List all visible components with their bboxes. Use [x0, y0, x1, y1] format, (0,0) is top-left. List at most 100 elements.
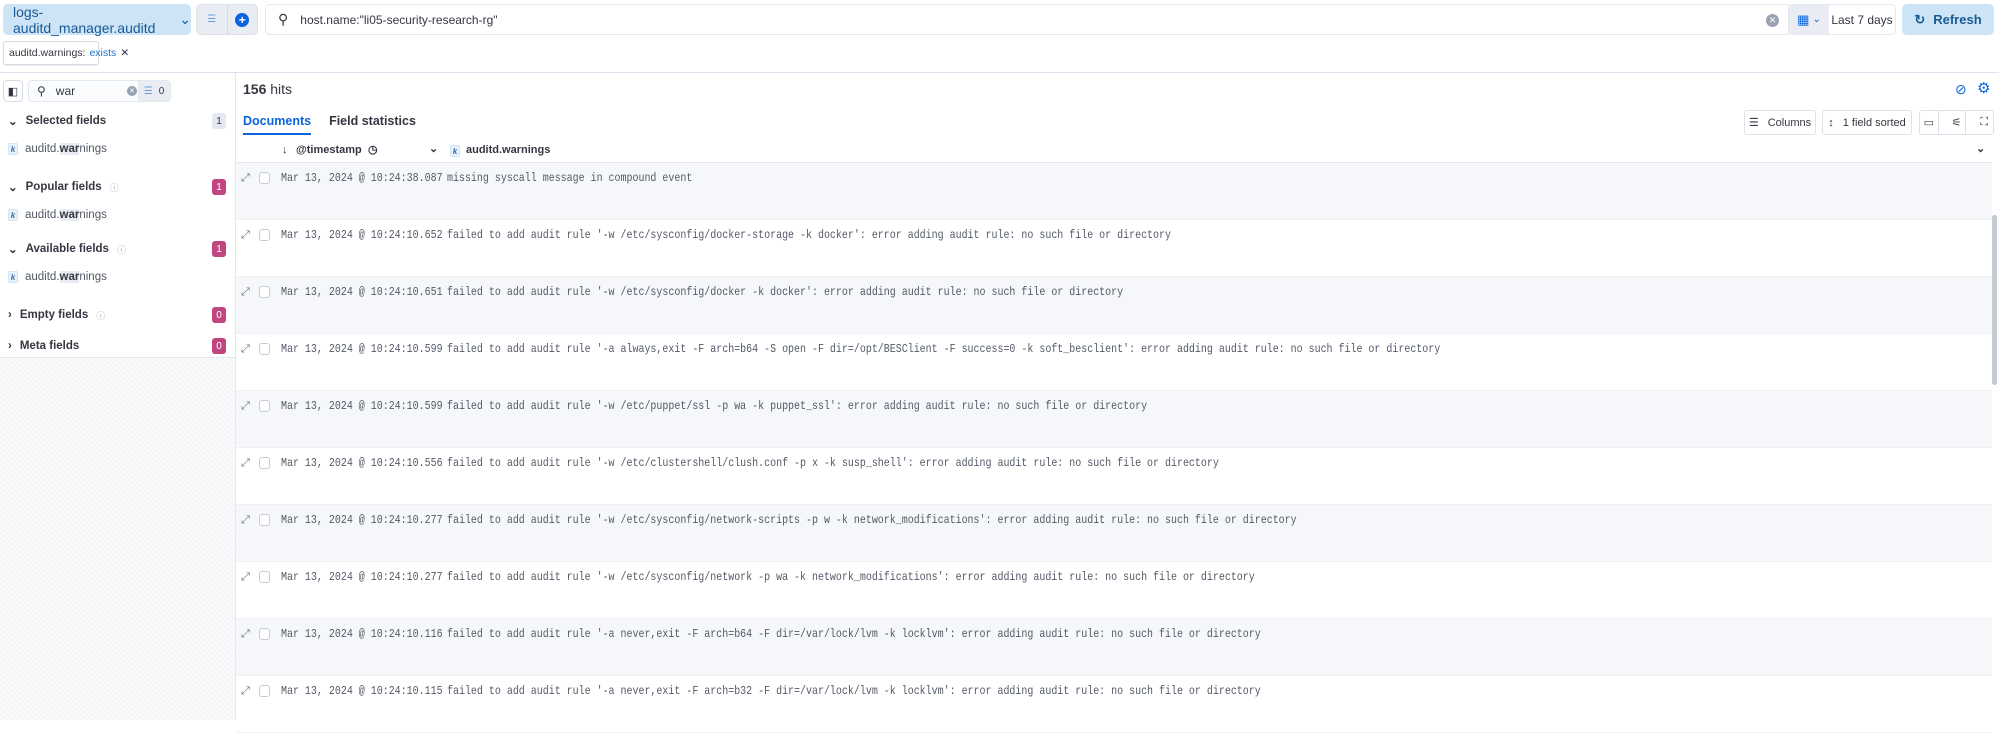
collapse-sidebar-button[interactable]: ◧ [3, 80, 23, 102]
section-label: Meta fields [19, 340, 80, 352]
sidebar-section[interactable]: › Meta fields 0 [8, 337, 226, 355]
table-row: ⤢ Mar 13, 2024 @ 10:24:10.116 failed to … [236, 619, 1992, 676]
filter-pill[interactable]: auditd.warnings: exists ✕ [3, 41, 129, 65]
hits-label: hits [270, 81, 293, 97]
row-checkbox[interactable] [259, 571, 270, 583]
row-checkbox[interactable] [259, 514, 270, 526]
keyword-type-icon: k [8, 143, 18, 155]
query-actions: ☰ + [196, 4, 258, 35]
scrollbar[interactable] [1992, 215, 1997, 385]
expand-icon[interactable]: ⤢ [241, 571, 250, 584]
chevron-down-icon[interactable]: ⌄ [1976, 142, 1985, 155]
row-checkbox[interactable] [259, 343, 270, 355]
query-input[interactable]: host.name:"li05-security-research-rg" [300, 13, 497, 27]
help-icon[interactable]: ⓘ [96, 309, 105, 322]
chevron-down-icon: ⌄ [1812, 14, 1821, 25]
tab-documents[interactable]: Documents [243, 114, 312, 135]
sort-arrow-down-icon[interactable]: ↓ [282, 144, 288, 156]
cell-timestamp: Mar 13, 2024 @ 10:24:10.599 [281, 343, 443, 356]
date-picker[interactable]: ▦ ⌄ Last 7 days [1788, 4, 1896, 35]
row-checkbox[interactable] [259, 229, 270, 241]
field-name: auditd.warnings [25, 143, 107, 155]
cell-timestamp: Mar 13, 2024 @ 10:24:10.599 [281, 400, 443, 413]
column-header-warnings[interactable]: auditd.warnings [466, 144, 550, 156]
data-view-selector[interactable]: logs-auditd_manager.auditd ⌄ [3, 4, 191, 36]
sidebar-section[interactable]: ⌄ Popular fields ⓘ 1 [8, 178, 226, 196]
section-count: 1 [212, 179, 226, 195]
row-checkbox[interactable] [259, 286, 270, 298]
field-item[interactable]: k auditd.warnings [8, 141, 107, 157]
table-row: ⤢ Mar 13, 2024 @ 10:24:10.651 failed to … [236, 277, 1992, 334]
expand-icon[interactable]: ⤢ [241, 457, 250, 470]
section-count: 0 [212, 307, 226, 323]
expand-icon[interactable]: ⤢ [241, 172, 250, 185]
table-row: ⤢ Mar 13, 2024 @ 10:24:10.599 failed to … [236, 334, 1992, 391]
divider [0, 72, 1999, 73]
row-checkbox[interactable] [259, 172, 270, 184]
table-row: ⤢ Mar 13, 2024 @ 10:24:10.115 failed to … [236, 676, 1992, 733]
field-sidebar [0, 73, 236, 720]
section-label: Popular fields [25, 181, 102, 193]
clear-query-icon[interactable]: ✕ [1766, 14, 1779, 27]
table-row: ⤢ Mar 13, 2024 @ 10:24:10.556 failed to … [236, 448, 1992, 505]
keyword-type-icon: k [8, 209, 18, 221]
fullscreen-icon[interactable]: ⛶ [1975, 111, 1993, 134]
row-checkbox[interactable] [259, 685, 270, 697]
expand-icon[interactable]: ⤢ [241, 685, 250, 698]
chevron-down-icon[interactable]: ⌄ [429, 142, 438, 155]
row-checkbox[interactable] [259, 457, 270, 469]
clear-search-icon[interactable]: ✕ [127, 86, 137, 96]
calendar-quick-menu[interactable]: ▦ ⌄ [1789, 5, 1829, 34]
field-search-value[interactable]: war [56, 84, 75, 98]
query-search-bar[interactable]: ⚲ host.name:"li05-security-research-rg" … [265, 4, 1791, 35]
refresh-icon: ↻ [1914, 11, 1926, 27]
section-count: 1 [212, 113, 226, 129]
expand-icon[interactable]: ⤢ [241, 229, 250, 242]
row-checkbox[interactable] [259, 628, 270, 640]
add-filter-button[interactable]: + [228, 5, 258, 34]
sidebar-section[interactable]: ⌄ Available fields ⓘ 1 [8, 240, 226, 258]
field-type-filter-button[interactable]: ☰ 0 [138, 81, 170, 101]
section-count: 1 [212, 241, 226, 257]
help-icon[interactable]: ⓘ [117, 243, 126, 256]
expand-icon[interactable]: ⤢ [241, 628, 250, 641]
sidebar-toggle-icon: ◧ [7, 85, 19, 98]
density-icon[interactable]: ▭ [1920, 111, 1939, 134]
filter-count: 0 [158, 85, 165, 97]
field-search-input[interactable]: ⚲ war ✕ ☰ 0 [28, 80, 171, 102]
columns-button[interactable]: ☰ Columns [1744, 110, 1816, 135]
column-header-timestamp[interactable]: @timestamp [296, 144, 362, 156]
date-range-label[interactable]: Last 7 days [1829, 5, 1895, 34]
refresh-button[interactable]: ↻ Refresh [1902, 4, 1994, 35]
tab-field-statistics[interactable]: Field statistics [329, 114, 416, 135]
cell-timestamp: Mar 13, 2024 @ 10:24:10.652 [281, 229, 443, 242]
search-icon: ⚲ [37, 84, 46, 98]
expand-icon[interactable]: ⤢ [241, 514, 250, 527]
expand-icon[interactable]: ⤢ [241, 286, 250, 299]
table-row: ⤢ Mar 13, 2024 @ 10:24:10.652 failed to … [236, 220, 1992, 277]
expand-icon[interactable]: ⤢ [241, 400, 250, 413]
close-icon[interactable]: ✕ [120, 47, 129, 59]
chevron-down-icon: ⌄ [8, 182, 18, 194]
sidebar-section[interactable]: › Empty fields ⓘ 0 [8, 306, 226, 324]
sort-button[interactable]: ↕ 1 field sorted [1822, 110, 1912, 135]
sidebar-section[interactable]: ⌄ Selected fields 1 [8, 112, 226, 130]
settings-sliders-icon[interactable]: ⚟ [1948, 111, 1967, 134]
row-checkbox[interactable] [259, 400, 270, 412]
cell-timestamp: Mar 13, 2024 @ 10:24:10.277 [281, 571, 443, 584]
filter-value: exists [89, 47, 117, 59]
section-label: Empty fields [19, 309, 89, 321]
field-item[interactable]: k auditd.warnings [8, 207, 107, 223]
ai-assistant-icon[interactable]: ⊘ [1955, 81, 1967, 98]
grid-header: ↓ @timestamp ◷ ⌄ k auditd.warnings ⌄ [236, 140, 1992, 163]
chevron-down-icon: ⌄ [8, 244, 18, 256]
gear-icon[interactable]: ⚙ [1977, 79, 1990, 97]
plus-circle-icon: + [235, 12, 250, 27]
field-item[interactable]: k auditd.warnings [8, 269, 107, 285]
display-options: ▭ ⚟ ⛶ [1919, 110, 1994, 135]
filter-menu-button[interactable]: ☰ [197, 5, 228, 34]
help-icon[interactable]: ⓘ [110, 181, 119, 194]
cell-warning: failed to add audit rule '-w /etc/syscon… [447, 286, 1124, 299]
table-row: ⤢ Mar 13, 2024 @ 10:24:10.277 failed to … [236, 562, 1992, 619]
expand-icon[interactable]: ⤢ [241, 343, 250, 356]
